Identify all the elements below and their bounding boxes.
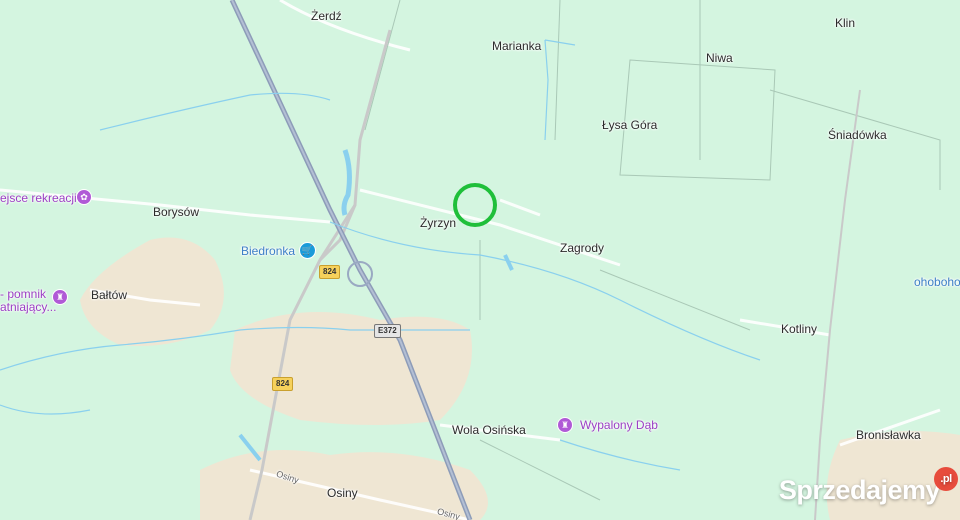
place-label-osiny[interactable]: Osiny <box>327 486 358 500</box>
road-shield-e372: E372 <box>374 324 401 338</box>
poi-label-monument-line1[interactable]: - pomnik <box>0 287 46 301</box>
place-label-wola-osinska[interactable]: Wola Osińska <box>452 423 526 437</box>
place-label-klin[interactable]: Klin <box>835 16 855 30</box>
place-label-bronislawka[interactable]: Bronisławka <box>856 428 921 442</box>
place-label-marianka[interactable]: Marianka <box>492 39 541 53</box>
place-label-lysa-gora[interactable]: Łysa Góra <box>602 118 657 132</box>
poi-label-recreation[interactable]: ejsce rekreacji <box>0 191 77 205</box>
poi-label-wypalony-dab[interactable]: Wypalony Dąb <box>580 418 658 432</box>
monument-icon[interactable]: ♜ <box>557 417 573 433</box>
pond <box>341 149 352 216</box>
watermark-badge: .pl <box>934 467 958 491</box>
sprzedajemy-watermark: Sprzedajemy .pl <box>778 467 958 506</box>
shopping-cart-icon[interactable]: 🛒 <box>299 242 316 259</box>
poi-label-monument-line2[interactable]: atniający... <box>0 300 56 314</box>
place-label-baltow[interactable]: Bałtów <box>91 288 127 302</box>
recreation-icon[interactable]: ✿ <box>76 189 92 205</box>
road-shield-824: 824 <box>272 377 294 391</box>
place-label-niwa[interactable]: Niwa <box>706 51 733 65</box>
monument-icon[interactable]: ♜ <box>52 289 68 305</box>
poi-label-biedronka[interactable]: Biedronka <box>241 244 295 258</box>
edge-label[interactable]: ohoboho <box>914 275 960 289</box>
road-shield-824: 824 <box>319 265 341 279</box>
place-label-kotliny[interactable]: Kotliny <box>781 322 817 336</box>
map-base-layer <box>0 0 960 520</box>
map-canvas[interactable]: Żerdź Marianka Klin Niwa Łysa Góra Śniad… <box>0 0 960 520</box>
place-label-zerdz[interactable]: Żerdź <box>311 9 342 23</box>
farmland-area <box>230 312 472 425</box>
place-label-sniadowka[interactable]: Śniadówka <box>828 128 887 142</box>
place-label-borysow[interactable]: Borysów <box>153 205 199 219</box>
place-label-zyrzyn[interactable]: Żyrzyn <box>420 216 456 230</box>
watermark-brand: Sprzedajemy <box>778 475 941 505</box>
place-label-zagrody[interactable]: Zagrody <box>560 241 604 255</box>
